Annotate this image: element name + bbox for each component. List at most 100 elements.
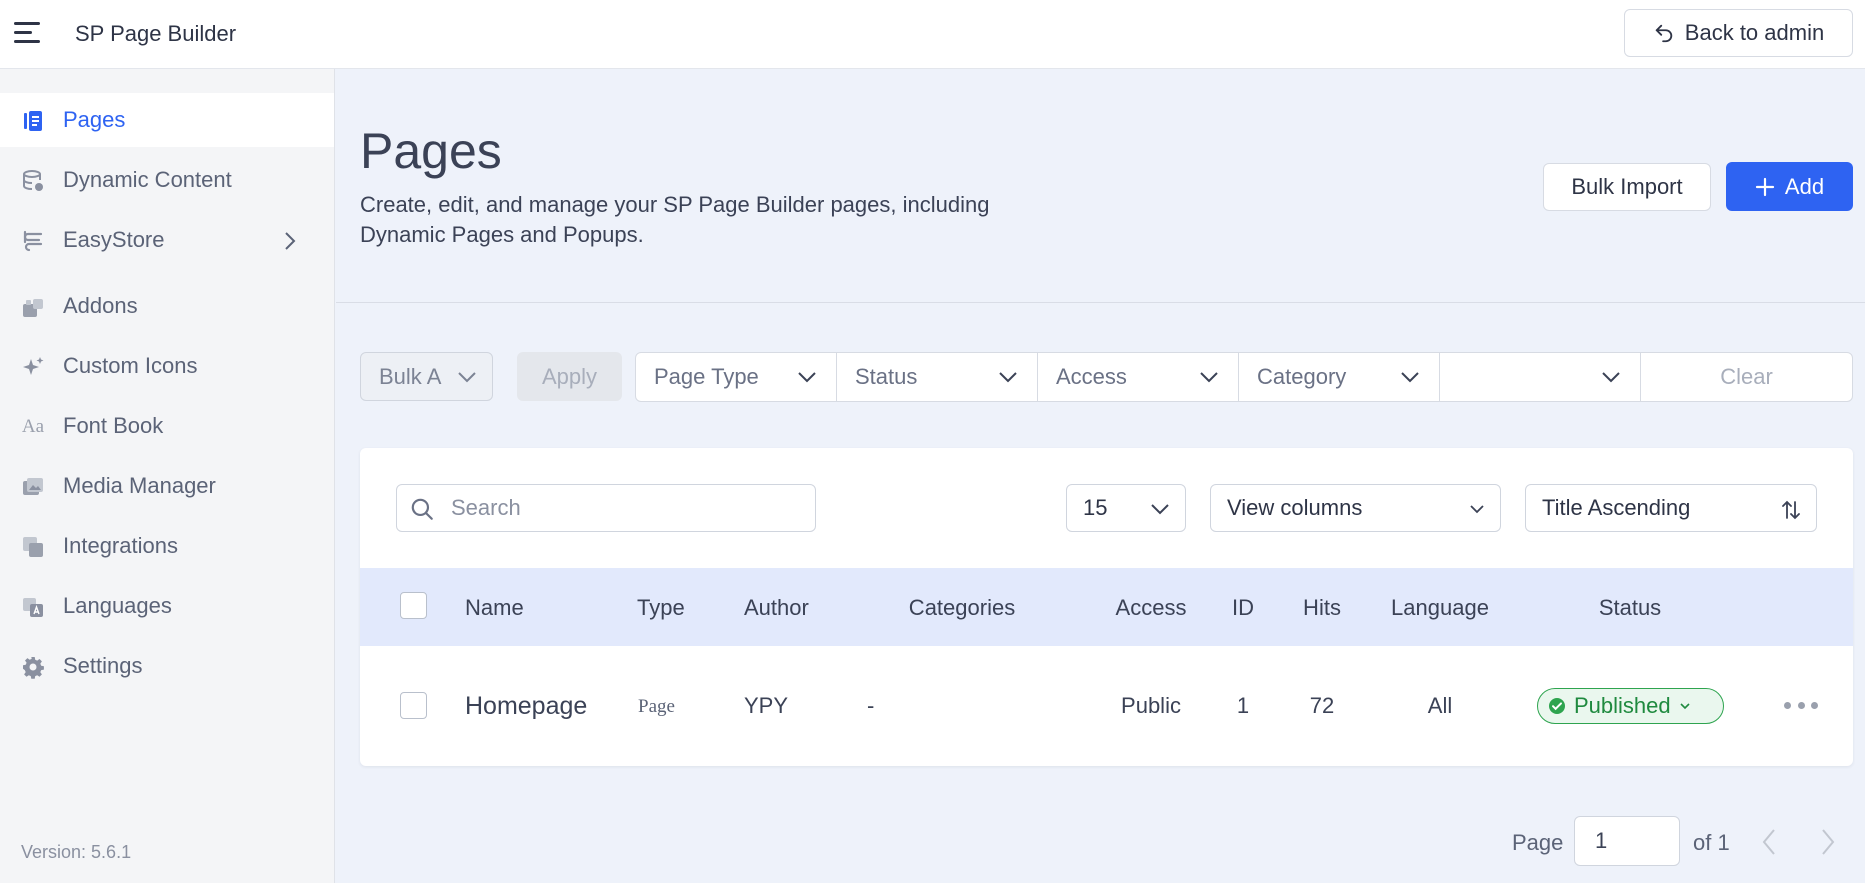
sidebar-item-label: Custom Icons <box>63 353 198 378</box>
next-page-button[interactable] <box>1812 822 1844 862</box>
row-language: All <box>1427 693 1453 718</box>
chevron-down-icon <box>1680 703 1690 710</box>
row-author: YPY <box>744 693 789 718</box>
status-badge-label: Published <box>1574 693 1671 718</box>
chevron-down-icon <box>1470 505 1484 514</box>
column-header-name[interactable]: Name <box>465 595 524 621</box>
row-hits: 72 <box>1309 693 1335 718</box>
prev-page-button[interactable] <box>1753 822 1785 862</box>
status-badge[interactable]: Published <box>1537 688 1724 724</box>
app-title: SP Page Builder <box>75 21 237 46</box>
sidebar-item-pages[interactable]: Pages <box>0 93 334 147</box>
chevron-down-icon <box>1151 504 1169 515</box>
bulk-actions-value: Bulk A <box>379 363 442 389</box>
column-header-author[interactable]: Author <box>744 595 809 621</box>
sidebar-item-label: EasyStore <box>63 227 165 252</box>
search-input[interactable] <box>451 495 801 521</box>
font-icon: Aa <box>21 416 45 437</box>
bulk-actions-select[interactable]: Bulk A <box>360 352 493 401</box>
check-circle-icon <box>1549 698 1565 714</box>
page-type-filter[interactable]: Page Type <box>636 353 837 401</box>
per-page-select[interactable]: 15 <box>1066 484 1186 532</box>
sidebar-item-label: Font Book <box>63 413 164 438</box>
add-label: Add <box>1784 173 1825 199</box>
page-description: Create, edit, and manage your SP Page Bu… <box>360 192 990 247</box>
status-filter[interactable]: Status <box>837 353 1038 401</box>
chevron-down-icon <box>458 372 476 383</box>
sidebar-item-settings[interactable]: Settings <box>0 639 334 693</box>
sidebar: Pages Dynamic Content EasyStore Addons C… <box>0 69 335 883</box>
category-filter[interactable]: Category <box>1239 353 1440 401</box>
back-to-admin-button[interactable]: Back to admin <box>1624 9 1853 57</box>
chevron-down-icon <box>1602 372 1620 383</box>
pagination-page-label: Page <box>1512 830 1564 855</box>
addons-icon <box>20 294 46 320</box>
row-name-link[interactable]: Homepage <box>465 692 587 721</box>
page-title: Pages <box>360 123 502 179</box>
cart-icon <box>20 228 46 254</box>
access-filter-label: Access <box>1056 364 1127 389</box>
chevron-down-icon <box>999 372 1017 383</box>
per-page-value: 15 <box>1083 495 1108 520</box>
sidebar-item-dynamic-content[interactable]: Dynamic Content <box>0 153 334 207</box>
gear-icon <box>20 654 46 680</box>
filter-group: Page Type Status Access Category Clear <box>635 352 1853 402</box>
sidebar-item-label: Media Manager <box>63 473 216 498</box>
clear-filters-button[interactable]: Clear <box>1641 353 1852 401</box>
version-label: Version: 5.6.1 <box>21 842 132 862</box>
sidebar-item-label: Integrations <box>63 533 178 558</box>
column-header-language[interactable]: Language <box>1391 595 1489 621</box>
column-header-type[interactable]: Type <box>637 595 685 621</box>
sidebar-item-easystore[interactable]: EasyStore <box>0 213 334 267</box>
languages-icon <box>20 594 46 620</box>
add-button[interactable]: Add <box>1726 162 1853 211</box>
status-filter-label: Status <box>855 364 918 389</box>
apply-button[interactable]: Apply <box>517 352 622 401</box>
table-header: Name Type Author Categories Access ID Hi… <box>360 568 1853 646</box>
page-number-input[interactable] <box>1574 816 1680 866</box>
chevron-right-icon <box>1822 829 1835 855</box>
database-icon <box>20 168 46 194</box>
sidebar-item-font-book[interactable]: Aa Font Book <box>0 399 334 453</box>
sidebar-item-integrations[interactable]: Integrations <box>0 519 334 573</box>
column-header-hits[interactable]: Hits <box>1303 595 1341 621</box>
sort-arrows-icon <box>1782 500 1800 520</box>
hamburger-menu-icon[interactable] <box>14 22 40 44</box>
sidebar-item-label: Settings <box>63 653 143 678</box>
pages-table-card: 15 View columns Title Ascending Name Typ… <box>360 448 1853 766</box>
more-actions-icon[interactable] <box>1784 691 1818 719</box>
chevron-right-icon <box>285 232 296 250</box>
sidebar-item-label: Addons <box>63 293 138 318</box>
column-header-status[interactable]: Status <box>1599 595 1661 621</box>
media-icon <box>20 474 46 500</box>
sidebar-item-media-manager[interactable]: Media Manager <box>0 459 334 513</box>
pages-icon <box>20 108 46 134</box>
view-columns-select[interactable]: View columns <box>1210 484 1501 532</box>
sort-select[interactable]: Title Ascending <box>1525 484 1817 532</box>
chevron-down-icon <box>1200 372 1218 383</box>
row-type: Page <box>638 696 675 717</box>
select-all-checkbox[interactable] <box>400 592 427 619</box>
back-to-admin-label: Back to admin <box>1684 20 1825 45</box>
access-filter[interactable]: Access <box>1038 353 1239 401</box>
chevron-down-icon <box>798 372 816 383</box>
language-filter[interactable] <box>1440 353 1641 401</box>
search-icon <box>411 498 433 520</box>
sidebar-item-custom-icons[interactable]: Custom Icons <box>0 339 334 393</box>
column-header-id[interactable]: ID <box>1232 595 1254 621</box>
header-divider <box>336 302 1865 303</box>
row-checkbox[interactable] <box>400 692 427 719</box>
column-header-access[interactable]: Access <box>1116 595 1187 621</box>
column-header-categories[interactable]: Categories <box>909 595 1015 621</box>
bulk-import-button[interactable]: Bulk Import <box>1543 163 1711 211</box>
chevron-down-icon <box>1401 372 1419 383</box>
row-id: 1 <box>1236 693 1250 718</box>
category-filter-label: Category <box>1257 364 1347 389</box>
row-access: Public <box>1121 693 1181 718</box>
undo-arrow-icon <box>1655 24 1672 43</box>
sidebar-item-addons[interactable]: Addons <box>0 279 334 333</box>
page-type-filter-label: Page Type <box>654 364 759 389</box>
sidebar-item-label: Pages <box>63 107 126 132</box>
sidebar-item-languages[interactable]: Languages <box>0 579 334 633</box>
sidebar-item-label: Languages <box>63 593 172 618</box>
